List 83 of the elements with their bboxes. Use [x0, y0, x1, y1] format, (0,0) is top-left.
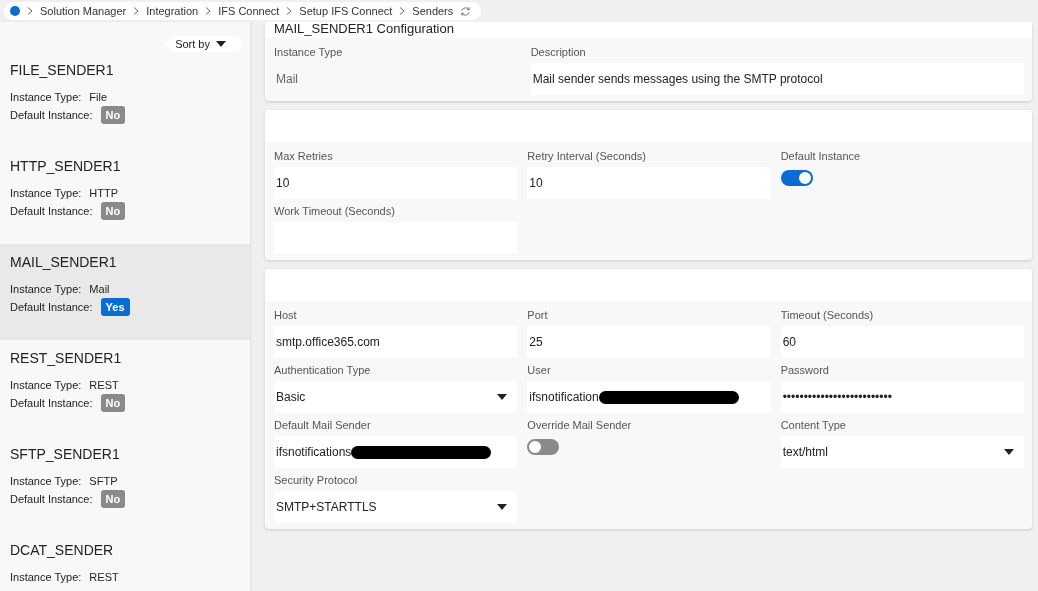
field-label: Default Mail Sender — [274, 419, 372, 431]
input-field[interactable]: 10 — [274, 167, 518, 199]
breadcrumb-link[interactable]: Integration — [146, 5, 199, 17]
type-value: SFTP — [89, 475, 118, 487]
sender-item[interactable]: MAIL_SENDER1 Instance Type: Mail Default Instance: Yes — [0, 244, 250, 340]
sender-name: MAIL_SENDER1 — [10, 254, 118, 270]
type-value: File — [89, 91, 108, 103]
chevron-icon — [27, 7, 33, 15]
type-label: Instance Type: — [10, 379, 82, 391]
field-label: Port — [527, 309, 549, 321]
sender-name: FILE_SENDER1 — [10, 62, 115, 78]
input-field[interactable]: •••••••••••••••••••••••••• — [780, 381, 1024, 413]
chevron-icon — [399, 7, 406, 15]
input-field[interactable]: Mail sender sends messages using the SMTP protocol — [530, 63, 1024, 95]
type-label: Instance Type: — [10, 283, 82, 295]
default-label: Default Instance: — [10, 397, 93, 409]
toggle-switch[interactable] — [780, 170, 813, 186]
field-label: Authentication Type — [274, 364, 372, 376]
default-badge: No — [100, 202, 126, 220]
sender-item[interactable]: DCAT_SENDER Instance Type: REST — [0, 532, 250, 591]
default-badge: No — [100, 106, 126, 124]
refresh-icon[interactable] — [460, 5, 472, 17]
type-value: REST — [89, 379, 119, 391]
field-label: Description — [530, 46, 587, 58]
field-value: Mail — [275, 71, 299, 88]
type-label: Instance Type: — [10, 475, 82, 487]
default-label: Default Instance: — [10, 109, 93, 121]
sort-button[interactable]: Sort by — [167, 36, 242, 52]
breadcrumb-link[interactable]: Setup IFS Connect — [299, 5, 393, 17]
type-label: Instance Type: — [10, 571, 82, 583]
input-field[interactable]: ifsnotification — [527, 381, 771, 413]
sender-name: SFTP_SENDER1 — [10, 446, 121, 462]
breadcrumb-link[interactable]: IFS Connect — [218, 5, 280, 17]
input-field[interactable]: 60 — [780, 326, 1024, 358]
sender-item[interactable]: REST_SENDER1 Instance Type: REST Default Instance: No — [0, 340, 250, 436]
type-label: Instance Type: — [10, 187, 82, 199]
default-badge: No — [100, 394, 126, 412]
caret-icon — [1004, 449, 1014, 455]
dropdown-field[interactable]: SMTP+STARTTLS — [274, 491, 518, 523]
dropdown-field[interactable]: Basic — [274, 381, 518, 413]
field-label: Override Mail Sender — [527, 419, 633, 431]
type-value: HTTP — [89, 187, 119, 199]
chevron-icon — [133, 7, 140, 15]
chevron-icon — [205, 7, 212, 15]
field-label: Password — [780, 364, 830, 376]
caret-icon — [497, 394, 508, 400]
default-label: Default Instance: — [10, 205, 93, 217]
toggle-switch[interactable] — [527, 439, 560, 455]
input-field[interactable]: 10 — [527, 167, 771, 199]
sender-item[interactable]: HTTP_SENDER1 Instance Type: HTTP Default Instance: No — [0, 148, 250, 244]
default-badge: No — [100, 490, 126, 508]
default-label: Default Instance: — [10, 301, 93, 313]
type-label: Instance Type: — [10, 91, 82, 103]
field-label: Instance Type — [274, 46, 344, 58]
field-label: Max Retries — [274, 150, 334, 162]
field-label: Content Type — [780, 419, 847, 431]
field-label: Security Protocol — [274, 474, 359, 486]
field-label: Timeout (Seconds) — [780, 309, 875, 321]
sender-name: HTTP_SENDER1 — [10, 158, 122, 174]
field-label: Host — [274, 309, 298, 321]
field-label: Work Timeout (Seconds) — [274, 205, 396, 217]
input-field[interactable]: ifsnotifications — [274, 436, 518, 468]
field-label: Retry Interval (Seconds) — [527, 150, 647, 162]
dropdown-field[interactable]: text/html — [780, 436, 1024, 468]
sender-item[interactable]: FILE_SENDER1 Instance Type: File Default Instance: No — [0, 52, 250, 148]
default-badge: Yes — [100, 298, 130, 316]
input-field[interactable]: smtp.office365.com — [274, 326, 518, 358]
sender-item[interactable]: SFTP_SENDER1 Instance Type: SFTP Default Instance: No — [0, 436, 250, 532]
breadcrumb-link[interactable]: Solution Manager — [40, 5, 127, 17]
input-field[interactable]: 25 — [527, 326, 771, 358]
field-label: User — [527, 364, 552, 376]
field-label: Default Instance — [780, 150, 862, 162]
sender-name: REST_SENDER1 — [10, 350, 123, 366]
breadcrumb-link[interactable]: Senders — [412, 5, 454, 17]
type-value: Mail — [89, 283, 110, 295]
caret-icon — [216, 41, 226, 47]
default-label: Default Instance: — [10, 493, 93, 505]
chevron-icon — [286, 7, 293, 15]
home-icon[interactable] — [10, 6, 20, 16]
card-title: MAIL_SENDER1 Configuration — [265, 22, 1032, 38]
sender-name: DCAT_SENDER — [10, 542, 115, 558]
type-value: REST — [89, 571, 119, 583]
caret-icon — [497, 504, 508, 510]
